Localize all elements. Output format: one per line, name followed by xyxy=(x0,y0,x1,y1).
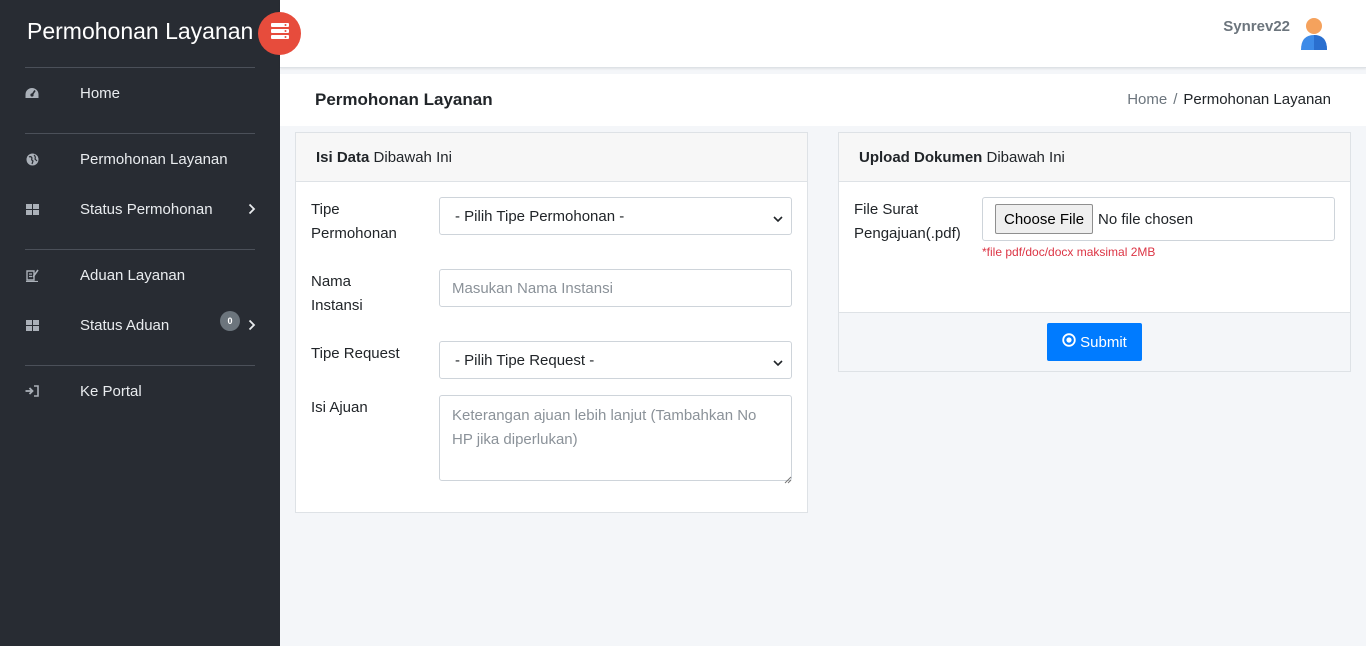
grid-icon xyxy=(24,201,40,217)
sign-in-icon xyxy=(24,383,40,399)
chevron-right-icon xyxy=(246,203,258,215)
label-line: Permohonan xyxy=(311,225,397,242)
breadcrumb: Home / Permohonan Layanan xyxy=(1127,91,1331,108)
label-line: File Surat xyxy=(854,201,919,218)
sidebar-item-aduan-layanan[interactable]: Aduan Layanan xyxy=(0,259,280,291)
sidebar-item-label: Aduan Layanan xyxy=(80,266,186,284)
card-title-bold: Upload Dokumen xyxy=(859,149,983,166)
isi-ajuan-label: Isi Ajuan xyxy=(311,399,368,416)
dashboard-icon xyxy=(24,85,40,101)
card-title-rest: Dibawah Ini xyxy=(373,149,452,166)
tipe-request-label: Tipe Request xyxy=(311,345,400,362)
file-input[interactable]: Choose File No file chosen xyxy=(982,197,1335,241)
label-line: Nama xyxy=(311,273,352,290)
isi-ajuan-textarea[interactable] xyxy=(439,395,792,481)
breadcrumb-separator: / xyxy=(1173,91,1178,108)
label-line: Tipe xyxy=(311,201,340,218)
sidebar-item-status-permohonan[interactable]: Status Permohonan xyxy=(0,193,280,225)
sidebar-item-home[interactable]: Home xyxy=(0,77,280,109)
form-card-header: Isi Data Dibawah Ini xyxy=(296,133,807,182)
card-title-bold: Isi Data xyxy=(316,149,370,166)
file-status: No file chosen xyxy=(1098,210,1194,228)
nama-instansi-label: Nama Instansi xyxy=(311,270,363,318)
label-line: Instansi xyxy=(311,297,363,314)
file-signature-icon xyxy=(24,267,40,283)
select-value: - Pilih Tipe Request - xyxy=(455,351,595,369)
file-hint: *file pdf/doc/docx maksimal 2MB xyxy=(982,245,1156,259)
sidebar-divider xyxy=(25,249,255,250)
sidebar-toggle-button[interactable] xyxy=(258,12,301,55)
nama-instansi-input[interactable] xyxy=(439,269,792,307)
sidebar-divider xyxy=(25,133,255,134)
sidebar-item-label: Home xyxy=(80,84,121,102)
submit-label: Submit xyxy=(1080,333,1127,351)
chevron-down-icon xyxy=(773,211,783,223)
content-header: Permohonan Layanan Home / Permohonan Lay… xyxy=(280,74,1366,126)
grid-icon xyxy=(24,317,40,333)
sidebar-divider xyxy=(25,365,255,366)
sidebar-item-ke-portal[interactable]: Ke Portal xyxy=(0,375,280,407)
upload-card-footer: Submit xyxy=(839,312,1350,371)
submit-button[interactable]: Submit xyxy=(1047,323,1142,361)
server-icon xyxy=(270,23,289,44)
user-avatar-icon[interactable] xyxy=(1299,17,1329,51)
topbar: Synrev22 xyxy=(280,0,1366,68)
tipe-request-select[interactable]: - Pilih Tipe Request - xyxy=(439,341,792,379)
chevron-down-icon xyxy=(773,355,783,367)
chevron-right-icon xyxy=(246,319,258,331)
sidebar-item-status-aduan[interactable]: Status Aduan 0 xyxy=(0,309,280,341)
tipe-permohonan-select[interactable]: - Pilih Tipe Permohonan - xyxy=(439,197,792,235)
brand-title[interactable]: Permohonan Layanan xyxy=(27,18,253,45)
form-card: Isi Data Dibawah Ini Tipe Permohonan - P… xyxy=(295,132,808,513)
tipe-permohonan-label: Tipe Permohonan xyxy=(311,198,397,246)
breadcrumb-current: Permohonan Layanan xyxy=(1183,91,1331,108)
sidebar-item-label: Permohonan Layanan xyxy=(80,150,228,168)
upload-card: Upload Dokumen Dibawah Ini File Surat Pe… xyxy=(838,132,1351,372)
sidebar-item-label: Status Aduan xyxy=(80,316,170,334)
username[interactable]: Synrev22 xyxy=(1223,18,1290,35)
resize-grip-icon[interactable] xyxy=(784,471,792,484)
breadcrumb-home-link[interactable]: Home xyxy=(1127,91,1167,108)
globe-icon xyxy=(24,151,40,167)
card-title-rest: Dibawah Ini xyxy=(986,149,1065,166)
sidebar-item-permohonan-layanan[interactable]: Permohonan Layanan xyxy=(0,143,280,175)
notification-badge: 0 xyxy=(220,311,240,331)
choose-file-button[interactable]: Choose File xyxy=(995,204,1094,234)
upload-card-header: Upload Dokumen Dibawah Ini xyxy=(839,133,1350,182)
sidebar-item-label: Status Permohonan xyxy=(80,200,213,218)
sidebar: Permohonan Layanan Home Permohonan Layan… xyxy=(0,0,280,646)
file-surat-label: File Surat Pengajuan(.pdf) xyxy=(854,198,961,246)
dot-circle-icon xyxy=(1062,333,1076,351)
sidebar-item-label: Ke Portal xyxy=(80,382,142,400)
select-value: - Pilih Tipe Permohonan - xyxy=(455,207,625,225)
sidebar-divider xyxy=(25,67,255,68)
page-title: Permohonan Layanan xyxy=(315,90,493,109)
label-line: Pengajuan(.pdf) xyxy=(854,225,961,242)
